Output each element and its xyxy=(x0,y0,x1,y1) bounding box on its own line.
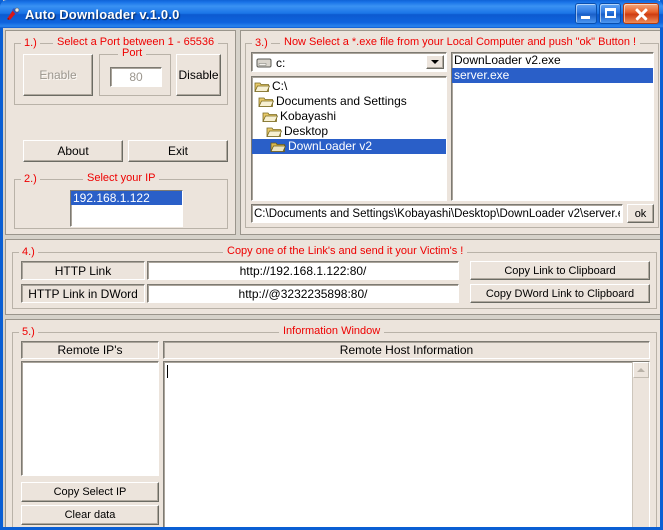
folder-icon xyxy=(254,80,270,93)
port-group: Port 80 xyxy=(99,54,171,96)
remote-ips-header: Remote IP's xyxy=(21,341,159,359)
selected-path-value: C:\Documents and Settings\Kobayashi\Desk… xyxy=(254,208,620,220)
tree-item-label: Kobayashi xyxy=(280,109,336,124)
clear-data-button[interactable]: Clear data xyxy=(21,505,159,525)
http-link-input[interactable]: http://192.168.1.122:80/ xyxy=(147,261,459,280)
remote-host-textarea[interactable] xyxy=(163,361,650,527)
ip-listbox[interactable]: 192.168.1.122 xyxy=(70,190,183,227)
tree-item-label: DownLoader v2 xyxy=(288,139,372,154)
section-3-number: 3.) xyxy=(252,37,271,49)
section-5-group: 5.) Information Window Remote IP's Copy … xyxy=(12,332,657,527)
maximize-button[interactable] xyxy=(599,3,621,24)
section-3-caption: Now Select a *.exe file from your Local … xyxy=(280,36,640,48)
title-bar: Auto Downloader v.1.0.0 xyxy=(0,0,663,28)
right-panel: 3.) Now Select a *.exe file from your Lo… xyxy=(240,30,660,235)
remote-ips-header-text: Remote IP's xyxy=(24,343,156,357)
selected-path-input[interactable]: C:\Documents and Settings\Kobayashi\Desk… xyxy=(251,204,623,223)
http-link-label: HTTP Link xyxy=(21,261,145,280)
section-5-panel: 5.) Information Window Remote IP's Copy … xyxy=(5,319,660,527)
dword-link-label-text: HTTP Link in DWord xyxy=(24,287,142,301)
port-value: 80 xyxy=(113,70,159,84)
chevron-up-icon[interactable] xyxy=(633,362,649,378)
port-caption: Port xyxy=(118,47,146,59)
tree-item-label: C:\ xyxy=(272,79,287,94)
http-link-label-text: HTTP Link xyxy=(24,264,142,278)
copy-link-button[interactable]: Copy Link to Clipboard xyxy=(470,261,650,280)
tree-item[interactable]: C:\ xyxy=(252,79,446,94)
client-area: 1.) Select a Port between 1 - 65536 Enab… xyxy=(3,28,660,527)
enable-button[interactable]: Enable xyxy=(23,54,93,96)
list-item[interactable]: DownLoader v2.exe xyxy=(452,53,653,68)
vertical-scrollbar[interactable] xyxy=(632,362,649,527)
copy-select-ip-button[interactable]: Copy Select IP xyxy=(21,482,159,502)
folder-icon xyxy=(266,125,282,138)
folder-icon xyxy=(258,95,274,108)
section-4-number: 4.) xyxy=(19,246,38,258)
remote-host-header-text: Remote Host Information xyxy=(166,343,647,357)
http-link-value: http://192.168.1.122:80/ xyxy=(150,264,456,278)
dword-link-value: http://@3232235898:80/ xyxy=(150,287,456,301)
text-caret xyxy=(167,365,168,378)
drive-combobox[interactable]: c: xyxy=(251,52,447,72)
section-5-caption: Information Window xyxy=(279,325,384,337)
section-2-caption: Select your IP xyxy=(83,172,159,184)
section-1-number: 1.) xyxy=(21,37,40,49)
tree-item[interactable]: Kobayashi xyxy=(252,109,446,124)
list-item[interactable]: server.exe xyxy=(452,68,653,83)
section-4-group: 4.) Copy one of the Link's and send it y… xyxy=(12,252,657,309)
about-button[interactable]: About xyxy=(23,140,123,162)
exit-button[interactable]: Exit xyxy=(128,140,228,162)
dword-link-input[interactable]: http://@3232235898:80/ xyxy=(147,284,459,303)
ok-button[interactable]: ok xyxy=(627,204,654,223)
remote-ips-listbox[interactable] xyxy=(21,361,159,476)
copy-dword-link-button[interactable]: Copy DWord Link to Clipboard xyxy=(470,284,650,303)
dword-link-label: HTTP Link in DWord xyxy=(21,284,145,303)
left-panel: 1.) Select a Port between 1 - 65536 Enab… xyxy=(5,30,236,235)
section-3-group: 3.) Now Select a *.exe file from your Lo… xyxy=(245,43,659,228)
section-5-number: 5.) xyxy=(19,326,38,338)
drive-value: c: xyxy=(276,56,285,70)
window-controls xyxy=(575,3,659,24)
drive-icon xyxy=(256,57,272,69)
app-icon xyxy=(5,6,21,22)
chevron-down-icon[interactable] xyxy=(426,55,444,69)
tree-item[interactable]: Documents and Settings xyxy=(252,94,446,109)
section-2-number: 2.) xyxy=(21,173,40,185)
section-2-group: 2.) Select your IP 192.168.1.122 xyxy=(14,179,228,229)
directory-tree[interactable]: C:\ Documents and Settings xyxy=(251,76,447,201)
section-1-group: 1.) Select a Port between 1 - 65536 Enab… xyxy=(14,43,228,105)
folder-icon xyxy=(270,140,286,153)
section-4-caption: Copy one of the Link's and send it your … xyxy=(223,245,467,257)
tree-item-label: Desktop xyxy=(284,124,328,139)
folder-icon xyxy=(262,110,278,123)
list-item[interactable]: 192.168.1.122 xyxy=(71,191,182,205)
tree-item[interactable]: Desktop xyxy=(252,124,446,139)
port-input[interactable]: 80 xyxy=(110,67,162,87)
tree-item-label: Documents and Settings xyxy=(276,94,407,109)
tree-item[interactable]: DownLoader v2 xyxy=(252,139,446,154)
application-window: Auto Downloader v.1.0.0 1.) Select a Por… xyxy=(0,0,663,530)
section-4-panel: 4.) Copy one of the Link's and send it y… xyxy=(5,239,660,315)
minimize-button[interactable] xyxy=(575,3,597,24)
close-button[interactable] xyxy=(623,3,659,24)
file-listbox[interactable]: DownLoader v2.exe server.exe xyxy=(451,52,654,201)
remote-host-header: Remote Host Information xyxy=(163,341,650,359)
disable-button[interactable]: Disable xyxy=(176,54,221,96)
window-title: Auto Downloader v.1.0.0 xyxy=(25,7,180,22)
